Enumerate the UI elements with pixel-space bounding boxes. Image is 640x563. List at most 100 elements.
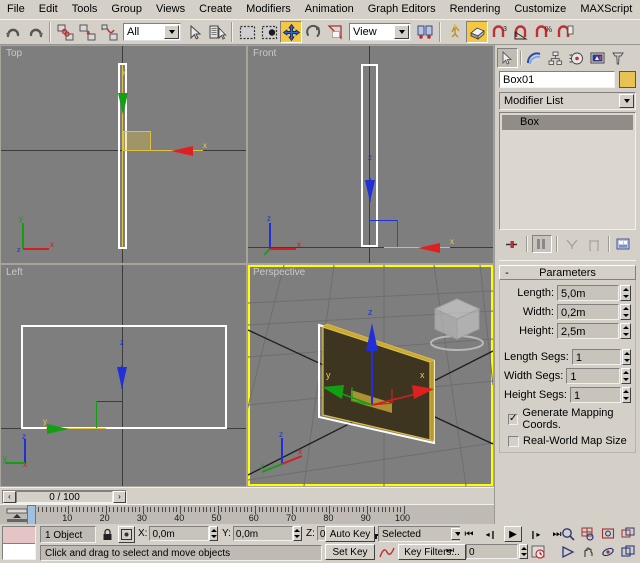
absolute-relative-transform-toggle[interactable]	[118, 526, 135, 543]
menu-item-modifiers[interactable]: Modifiers	[239, 1, 298, 18]
param-field-height[interactable]: 2,5m	[557, 323, 619, 339]
make-unique-button[interactable]	[562, 235, 582, 253]
checkbox-row-generate-mapping-coords[interactable]: ✓ Generate Mapping Coords.	[508, 407, 631, 431]
generate-mapping-coords-checkbox[interactable]: ✓	[508, 414, 518, 425]
menu-item-maxscript[interactable]: MAXScript	[573, 1, 639, 18]
current-frame-field[interactable]: 0	[466, 544, 518, 559]
command-tab-display[interactable]	[587, 48, 608, 68]
time-slider-field[interactable]: ‹ 0 / 100 ›	[2, 490, 127, 504]
param-field-length[interactable]: 5,0m	[557, 285, 619, 301]
rectangular-selection-region-button[interactable]	[236, 21, 258, 43]
3d-snap-button[interactable]: 3	[488, 21, 510, 43]
viewport-front[interactable]: Front z x z x	[248, 46, 493, 263]
modifier-stack-item-box[interactable]: Box	[502, 115, 633, 130]
real-world-map-size-checkbox[interactable]	[508, 436, 519, 447]
coord-x-spinner[interactable]	[209, 526, 218, 541]
unlink-selection-button[interactable]	[76, 21, 98, 43]
checkbox-row-real-world-map-size[interactable]: Real-World Map Size	[508, 435, 631, 447]
param-spinner-length[interactable]	[620, 285, 631, 301]
parameters-rollout-header[interactable]: - Parameters	[499, 265, 636, 280]
angle-snap-toggle-button[interactable]	[510, 21, 532, 43]
menu-item-graph-editors[interactable]: Graph Editors	[361, 1, 443, 18]
zoom-button[interactable]	[558, 525, 578, 543]
param-spinner-height[interactable]	[620, 323, 631, 339]
viewport-left[interactable]: Left z y z y x	[1, 265, 246, 486]
menu-item-customize[interactable]: Customize	[507, 1, 573, 18]
bind-to-space-warp-button[interactable]	[98, 21, 120, 43]
arc-rotate-button[interactable]	[598, 543, 618, 561]
key-selection-set-combo[interactable]: Selected	[378, 526, 466, 542]
remove-modifier-button[interactable]	[584, 235, 604, 253]
command-tab-motion[interactable]	[566, 48, 587, 68]
command-tab-modify[interactable]	[524, 48, 545, 68]
menu-item-views[interactable]: Views	[149, 1, 192, 18]
param-spinner-width-segs[interactable]	[621, 368, 631, 384]
maxscript-mini-listener[interactable]	[2, 526, 36, 560]
snaps-toggle-button[interactable]	[466, 21, 488, 43]
zoom-all-button[interactable]	[578, 525, 598, 543]
menu-item-edit[interactable]: Edit	[32, 1, 65, 18]
modifier-list-combo[interactable]: Modifier List	[499, 92, 636, 110]
lock-selection-button[interactable]	[99, 526, 116, 543]
select-and-move-button[interactable]	[280, 21, 302, 43]
time-configuration-icon[interactable]	[531, 545, 546, 559]
use-pivot-point-center-button[interactable]	[414, 21, 436, 43]
field-of-view-button[interactable]	[558, 543, 578, 561]
time-slider-value[interactable]: 0 / 100	[16, 491, 113, 503]
time-slider-prev-button[interactable]: ‹	[3, 491, 16, 503]
set-key-button[interactable]: Set Key	[325, 544, 375, 560]
param-field-width-segs[interactable]: 1	[566, 368, 620, 384]
set-key-curve-icon[interactable]	[379, 545, 395, 559]
mini-curve-editor-icon[interactable]	[6, 508, 28, 523]
select-and-uniform-scale-button[interactable]	[324, 21, 346, 43]
pan-view-button[interactable]	[578, 543, 598, 561]
viewport-perspective[interactable]: Perspective	[248, 265, 493, 486]
current-frame-spinner[interactable]	[519, 544, 528, 559]
key-filters-button[interactable]: Key Filters...	[398, 544, 466, 560]
menu-item-rendering[interactable]: Rendering	[443, 1, 508, 18]
param-spinner-width[interactable]	[620, 304, 631, 320]
param-field-length-segs[interactable]: 1	[572, 349, 621, 365]
next-frame-button[interactable]: ❙▸	[526, 526, 544, 542]
menu-item-animation[interactable]: Animation	[298, 1, 361, 18]
show-end-result-button[interactable]	[532, 235, 552, 253]
selection-filter-dropdown-arrow[interactable]	[164, 25, 179, 39]
go-to-start-button[interactable]: ⏮	[460, 526, 478, 542]
param-field-height-segs[interactable]: 1	[570, 387, 621, 403]
object-name-field[interactable]: Box01	[499, 71, 615, 88]
select-by-name-button[interactable]	[206, 21, 228, 43]
command-tab-hierarchy[interactable]	[545, 48, 566, 68]
menu-item-file[interactable]: File	[0, 1, 32, 18]
maximize-viewport-toggle-button[interactable]	[618, 543, 638, 561]
auto-key-button[interactable]: Auto Key	[325, 526, 375, 542]
redo-button[interactable]	[24, 21, 46, 43]
spinner-snap-toggle-button[interactable]	[554, 21, 576, 43]
select-and-rotate-button[interactable]	[302, 21, 324, 43]
view-cube-icon[interactable]	[427, 289, 485, 351]
configure-modifier-sets-button[interactable]	[614, 235, 634, 253]
coord-x-field[interactable]: 0,0m	[149, 526, 209, 541]
time-marker[interactable]	[27, 505, 36, 525]
select-and-manipulate-button[interactable]	[444, 21, 466, 43]
modifier-stack[interactable]: Box	[499, 112, 636, 230]
zoom-extents-button[interactable]	[598, 525, 618, 543]
previous-frame-button[interactable]: ◂❙	[482, 526, 500, 542]
select-and-link-button[interactable]	[54, 21, 76, 43]
viewport-top[interactable]: Top x y y x z	[1, 46, 246, 263]
command-tab-create[interactable]	[497, 48, 518, 68]
param-spinner-height-segs[interactable]	[622, 387, 631, 403]
menu-item-tools[interactable]: Tools	[65, 1, 105, 18]
select-object-button[interactable]	[184, 21, 206, 43]
track-bar[interactable]: 102030405060708090100	[0, 504, 520, 525]
zoom-extents-all-button[interactable]	[618, 525, 638, 543]
coord-y-field[interactable]: 0,0m	[233, 526, 293, 541]
menu-item-group[interactable]: Group	[104, 1, 149, 18]
coord-y-spinner[interactable]	[293, 526, 302, 541]
percent-snap-toggle-button[interactable]: %	[532, 21, 554, 43]
window-crossing-button[interactable]	[258, 21, 280, 43]
object-color-swatch[interactable]	[619, 71, 636, 88]
reference-coordinate-system-combo[interactable]: View	[349, 23, 411, 41]
command-tab-utilities[interactable]	[608, 48, 629, 68]
pin-stack-button[interactable]	[502, 235, 522, 253]
reference-coordinate-dropdown-arrow[interactable]	[394, 25, 409, 39]
